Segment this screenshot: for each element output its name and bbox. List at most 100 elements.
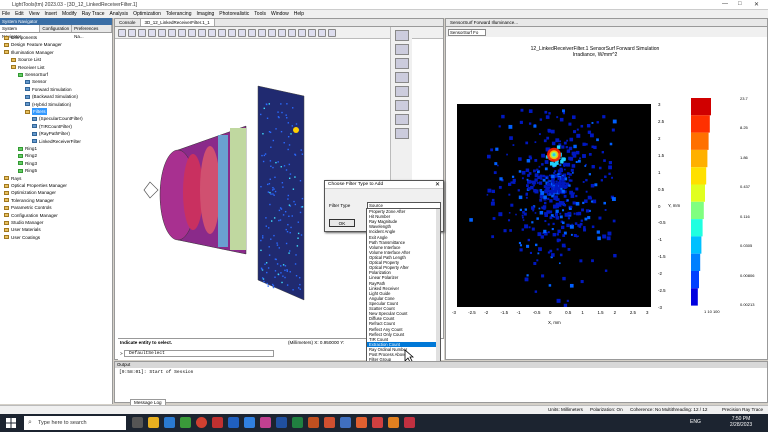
- ok-button[interactable]: OK: [329, 219, 355, 227]
- toolbar-tool-icon[interactable]: [248, 28, 256, 37]
- tab-3d-view[interactable]: 3D_12_LinkedReceiverFilter.1_1: [140, 19, 215, 26]
- menu-file[interactable]: File: [2, 10, 10, 18]
- tab-configuration[interactable]: Configuration: [40, 25, 73, 32]
- clock[interactable]: 7:50 PM 2/28/2023: [724, 416, 758, 428]
- app-icon[interactable]: [324, 417, 335, 428]
- tree-item[interactable]: (SpecularCountFilter): [32, 115, 83, 122]
- toolbar-tool-icon[interactable]: [278, 28, 286, 37]
- tree-item[interactable]: Ring3: [18, 160, 37, 167]
- toolbar-tool-icon[interactable]: [288, 28, 296, 37]
- toolbar-tool-icon[interactable]: [318, 28, 326, 37]
- toolbar-tool-icon[interactable]: [228, 28, 236, 37]
- tree-item[interactable]: Illumination Manager: [4, 49, 54, 56]
- excel-icon[interactable]: [292, 417, 303, 428]
- source-marker[interactable]: [143, 181, 159, 199]
- tree-item[interactable]: Ring1: [18, 145, 37, 152]
- tree-item[interactable]: Optimization Manager: [4, 189, 56, 196]
- menu-insert[interactable]: Insert: [44, 10, 57, 18]
- chrome-icon[interactable]: [196, 417, 207, 428]
- tab-preferences[interactable]: Preferences Na...: [72, 25, 112, 39]
- toolbar-tool-icon[interactable]: [118, 28, 126, 37]
- menu-ray-trace[interactable]: Ray Trace: [82, 10, 105, 18]
- app-icon[interactable]: [260, 417, 271, 428]
- toolbar-tool-icon[interactable]: [158, 28, 166, 37]
- toolbar-tool-icon[interactable]: [198, 28, 206, 37]
- maximize-button[interactable]: □: [738, 1, 742, 7]
- chart-select[interactable]: SensorSurf Fo: [448, 28, 486, 36]
- tree-item[interactable]: User Coatings: [4, 234, 40, 241]
- toolbar-tool-icon[interactable]: [168, 28, 176, 37]
- menu-edit[interactable]: Edit: [15, 10, 24, 18]
- toolbar-tool-icon[interactable]: [128, 28, 136, 37]
- receiver-plane[interactable]: [257, 85, 305, 301]
- tree-item[interactable]: Receiver List: [11, 64, 45, 71]
- menu-window[interactable]: Window: [271, 10, 289, 18]
- app-icon[interactable]: [212, 417, 223, 428]
- taskbar-search-input[interactable]: Type here to search: [24, 416, 126, 430]
- menu-modify[interactable]: Modify: [62, 10, 77, 18]
- menu-imaging[interactable]: Imaging: [196, 10, 214, 18]
- tree-item[interactable]: Design Feature Manager: [4, 41, 62, 48]
- solid-tool-icon[interactable]: [395, 72, 409, 83]
- command-input[interactable]: DefaultSelect: [124, 350, 274, 357]
- file-explorer-icon[interactable]: [148, 417, 159, 428]
- irradiance-heatmap[interactable]: [457, 104, 651, 307]
- app-icon[interactable]: [404, 417, 415, 428]
- menu-photorealistic[interactable]: Photorealistic: [219, 10, 249, 18]
- tree-item[interactable]: Parametric Controls: [4, 204, 52, 211]
- lens-tool-icon[interactable]: [395, 30, 409, 41]
- tree-item[interactable]: Forward Simulation: [25, 86, 72, 93]
- app-icon[interactable]: [244, 417, 255, 428]
- minimize-button[interactable]: —: [722, 1, 728, 7]
- tree-item[interactable]: Configuration Manager: [4, 212, 58, 219]
- tree-item[interactable]: Optical Properties Manager: [4, 182, 67, 189]
- menu-help[interactable]: Help: [294, 10, 304, 18]
- mail-icon[interactable]: [164, 417, 175, 428]
- task-view-icon[interactable]: [132, 417, 143, 428]
- source-tool-icon[interactable]: [395, 86, 409, 97]
- tree-item[interactable]: Rays: [4, 175, 21, 182]
- dropdown-scrollbar[interactable]: [436, 209, 440, 366]
- language-indicator[interactable]: ENG: [690, 419, 701, 425]
- toolbar-tool-icon[interactable]: [258, 28, 266, 37]
- tree-item[interactable]: Source List: [11, 56, 41, 63]
- app-icon[interactable]: [228, 417, 239, 428]
- windows-start-icon[interactable]: [6, 418, 16, 428]
- ray-tool-icon[interactable]: [395, 114, 409, 125]
- menu-tolerancing[interactable]: Tolerancing: [166, 10, 192, 18]
- tree-item[interactable]: Filters: [25, 108, 47, 115]
- tree-item[interactable]: LinkedReceiverFilter: [32, 138, 81, 145]
- app-icon[interactable]: [180, 417, 191, 428]
- toolbar-tool-icon[interactable]: [188, 28, 196, 37]
- tree-item[interactable]: (Hybrid Simulation): [25, 101, 71, 108]
- curve-tool-icon[interactable]: [395, 128, 409, 139]
- close-button[interactable]: ✕: [754, 1, 759, 8]
- receiver-tool-icon[interactable]: [395, 100, 409, 111]
- toolbar-tool-icon[interactable]: [328, 28, 336, 37]
- menu-optimization[interactable]: Optimization: [133, 10, 161, 18]
- tree-item[interactable]: (TIRCountFilter): [32, 123, 72, 130]
- app-icon[interactable]: [340, 417, 351, 428]
- menu-view[interactable]: View: [29, 10, 40, 18]
- tree-item[interactable]: (Backward Simulation): [25, 93, 78, 100]
- tree-item[interactable]: (RayPathFilter): [32, 130, 70, 137]
- lighttools-icon[interactable]: [388, 417, 399, 428]
- tab-console[interactable]: Console: [115, 19, 141, 26]
- tree-item[interactable]: User Materials: [4, 226, 41, 233]
- toolbar-tool-icon[interactable]: [298, 28, 306, 37]
- surface-tool-icon[interactable]: [395, 58, 409, 69]
- toolbar-tool-icon[interactable]: [208, 28, 216, 37]
- toolbar-tool-icon[interactable]: [268, 28, 276, 37]
- tree-item[interactable]: SensorSurf: [18, 71, 48, 78]
- menu-analysis[interactable]: Analysis: [109, 10, 128, 18]
- tree-item[interactable]: Tolerancing Manager: [4, 197, 54, 204]
- tree-item[interactable]: Ring5: [18, 167, 37, 174]
- menu-tools[interactable]: Tools: [254, 10, 266, 18]
- toolbar-tool-icon[interactable]: [218, 28, 226, 37]
- tree-item[interactable]: Sensor: [25, 78, 47, 85]
- app-icon[interactable]: [372, 417, 383, 428]
- toolbar-tool-icon[interactable]: [148, 28, 156, 37]
- app-icon[interactable]: [356, 417, 367, 428]
- mirror-tool-icon[interactable]: [395, 44, 409, 55]
- tab-illuminance[interactable]: SensorSurf Forward Illuminance...: [446, 19, 522, 26]
